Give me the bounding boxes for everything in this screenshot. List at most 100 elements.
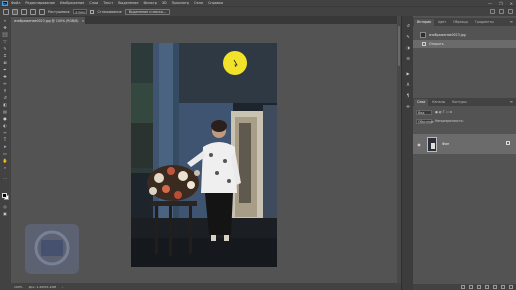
marquee-tool-icon[interactable]: ⬚	[2, 32, 8, 37]
options-right-icons	[490, 9, 513, 14]
delete-layer-icon[interactable]	[509, 285, 513, 289]
subtract-selection-icon[interactable]	[30, 8, 36, 15]
tool-preset-icon[interactable]	[3, 8, 9, 15]
close-tab-icon[interactable]: ×	[81, 19, 84, 23]
layer-thumbnail	[427, 136, 437, 152]
select-and-mask-button[interactable]: Выделение и маска...	[124, 8, 171, 15]
zoom-level[interactable]: 100%	[14, 285, 23, 289]
layers-footer	[413, 284, 516, 290]
tab-swatches[interactable]: Образцы	[450, 19, 471, 26]
photo-canvas[interactable]	[131, 43, 277, 267]
history-snapshot[interactable]: изображение0023.jpg	[413, 31, 516, 39]
feather-label: Растушевка:	[48, 9, 71, 14]
blur-icon[interactable]: ●	[2, 116, 8, 121]
tab-history[interactable]: История	[414, 19, 434, 26]
menu-3d[interactable]: 3D	[162, 1, 167, 5]
brush-tool-icon[interactable]: ✏	[2, 81, 8, 86]
history-brush-icon[interactable]: ↺	[2, 95, 8, 100]
history-panel-tabs: История Цвет Образцы Градиенты ≡	[413, 18, 516, 26]
tab-paths[interactable]: Контуры	[449, 99, 470, 106]
add-style-icon[interactable]	[469, 285, 473, 289]
document-workspace[interactable]	[11, 24, 397, 283]
new-group-icon[interactable]	[493, 285, 497, 289]
eraser-icon[interactable]: ◧	[2, 102, 8, 107]
history-panel-icon[interactable]: ↺	[405, 23, 411, 28]
document-tab[interactable]: изображение0023.jpg @ 100% (RGB/8) ×	[11, 17, 85, 24]
photo-image	[131, 43, 277, 267]
layer-kind-filter[interactable]: Вид	[416, 109, 432, 115]
opacity-label: Непрозрачность:	[435, 119, 464, 123]
properties-icon[interactable]: ☰	[405, 56, 411, 61]
menu-file[interactable]: Файл	[11, 1, 20, 5]
search-icon[interactable]	[490, 9, 495, 14]
healing-brush-icon[interactable]: ✚	[2, 74, 8, 79]
panel-menu-icon[interactable]: ≡	[510, 19, 513, 24]
new-layer-icon[interactable]	[501, 285, 505, 289]
document-tabs: изображение0023.jpg @ 100% (RGB/8) ×	[11, 16, 400, 24]
add-mask-icon[interactable]	[477, 285, 481, 289]
filter-icons[interactable]: ▣ ◐ T ▭ ⧉	[435, 110, 452, 114]
blend-mode-select[interactable]: Обычные	[416, 118, 433, 124]
pen-tool-icon[interactable]: ✑	[2, 130, 8, 135]
gradient-icon[interactable]: ▤	[2, 109, 8, 114]
restore-icon[interactable]: ❐	[499, 1, 503, 6]
paragraph-icon[interactable]: ¶	[405, 93, 411, 98]
feather-input[interactable]: 0 пикс	[73, 9, 88, 14]
layer-name[interactable]: Фон	[442, 142, 449, 146]
link-layers-icon[interactable]	[461, 285, 465, 289]
menu-select[interactable]: Выделение	[118, 1, 138, 5]
menu-view[interactable]: Просмотр	[172, 1, 189, 5]
new-selection-icon[interactable]	[12, 8, 18, 15]
layer-background[interactable]: ◉ Фон	[413, 134, 516, 154]
rectangle-tool-icon[interactable]: ▭	[2, 151, 8, 156]
type-tool-icon[interactable]: T	[2, 137, 8, 142]
menu-window[interactable]: Окно	[194, 1, 203, 5]
layers-menu-icon[interactable]: ≡	[510, 99, 513, 104]
dodge-icon[interactable]: ◐	[2, 123, 8, 128]
menu-image[interactable]: Изображение	[60, 1, 84, 5]
quick-select-icon[interactable]: ✎	[2, 46, 8, 51]
hand-tool-icon[interactable]: ✋	[2, 158, 8, 163]
brush-settings-icon[interactable]: ✎	[405, 34, 411, 39]
clone-stamp-icon[interactable]: ⚲	[2, 88, 8, 93]
close-window-icon[interactable]: ✕	[510, 1, 513, 6]
photoshop-logo[interactable]: Ps	[2, 0, 8, 6]
scroll-thumb[interactable]	[398, 26, 400, 66]
history-step[interactable]: Открыть	[413, 40, 516, 48]
tab-color[interactable]: Цвет	[435, 19, 449, 26]
foreground-color-swatch[interactable]	[2, 193, 7, 198]
minimize-icon[interactable]: —	[488, 1, 492, 6]
menu-layers[interactable]: Слои	[89, 1, 98, 5]
share-icon[interactable]	[508, 9, 513, 14]
move-tool-icon[interactable]: ✥	[2, 25, 8, 30]
screen-mode-icon[interactable]: ▣	[2, 211, 8, 216]
quick-mask-icon[interactable]: ◎	[2, 204, 8, 209]
antialias-checkbox[interactable]	[90, 9, 95, 14]
visibility-eye-icon[interactable]: ◉	[416, 142, 422, 147]
adjustments-icon[interactable]: ◑	[405, 45, 411, 50]
collapse-icon[interactable]: »	[2, 18, 8, 23]
character-icon[interactable]: A	[405, 82, 411, 87]
tab-layers[interactable]: Слои	[414, 99, 429, 106]
glyphs-icon[interactable]: ✣	[405, 104, 411, 109]
path-select-icon[interactable]: ➤	[2, 144, 8, 149]
tab-channels[interactable]: Каналы	[429, 99, 448, 106]
lasso-tool-icon[interactable]: ➰	[2, 39, 8, 44]
menu-help[interactable]: Справка	[208, 1, 223, 5]
workspace-icon[interactable]	[499, 9, 504, 14]
actions-play-icon[interactable]: ▶	[405, 71, 411, 76]
status-arrow-icon[interactable]: ›	[62, 285, 63, 289]
menu-edit[interactable]: Редактирование	[25, 1, 55, 5]
eyedropper-icon[interactable]: ✒	[2, 67, 8, 72]
zoom-tool-icon[interactable]: ⌕	[2, 165, 8, 170]
add-selection-icon[interactable]	[21, 8, 27, 15]
tab-gradients[interactable]: Градиенты	[472, 19, 497, 26]
crop-tool-icon[interactable]: ⌗	[2, 53, 8, 58]
menu-type[interactable]: Текст	[103, 1, 113, 5]
new-adjustment-icon[interactable]	[485, 285, 489, 289]
intersect-selection-icon[interactable]	[39, 8, 45, 15]
more-tools-icon[interactable]: ⋯	[2, 176, 8, 181]
lock-icon[interactable]	[506, 141, 510, 145]
frame-tool-icon[interactable]: ⊠	[2, 60, 8, 65]
menu-filter[interactable]: Фильтр	[143, 1, 156, 5]
